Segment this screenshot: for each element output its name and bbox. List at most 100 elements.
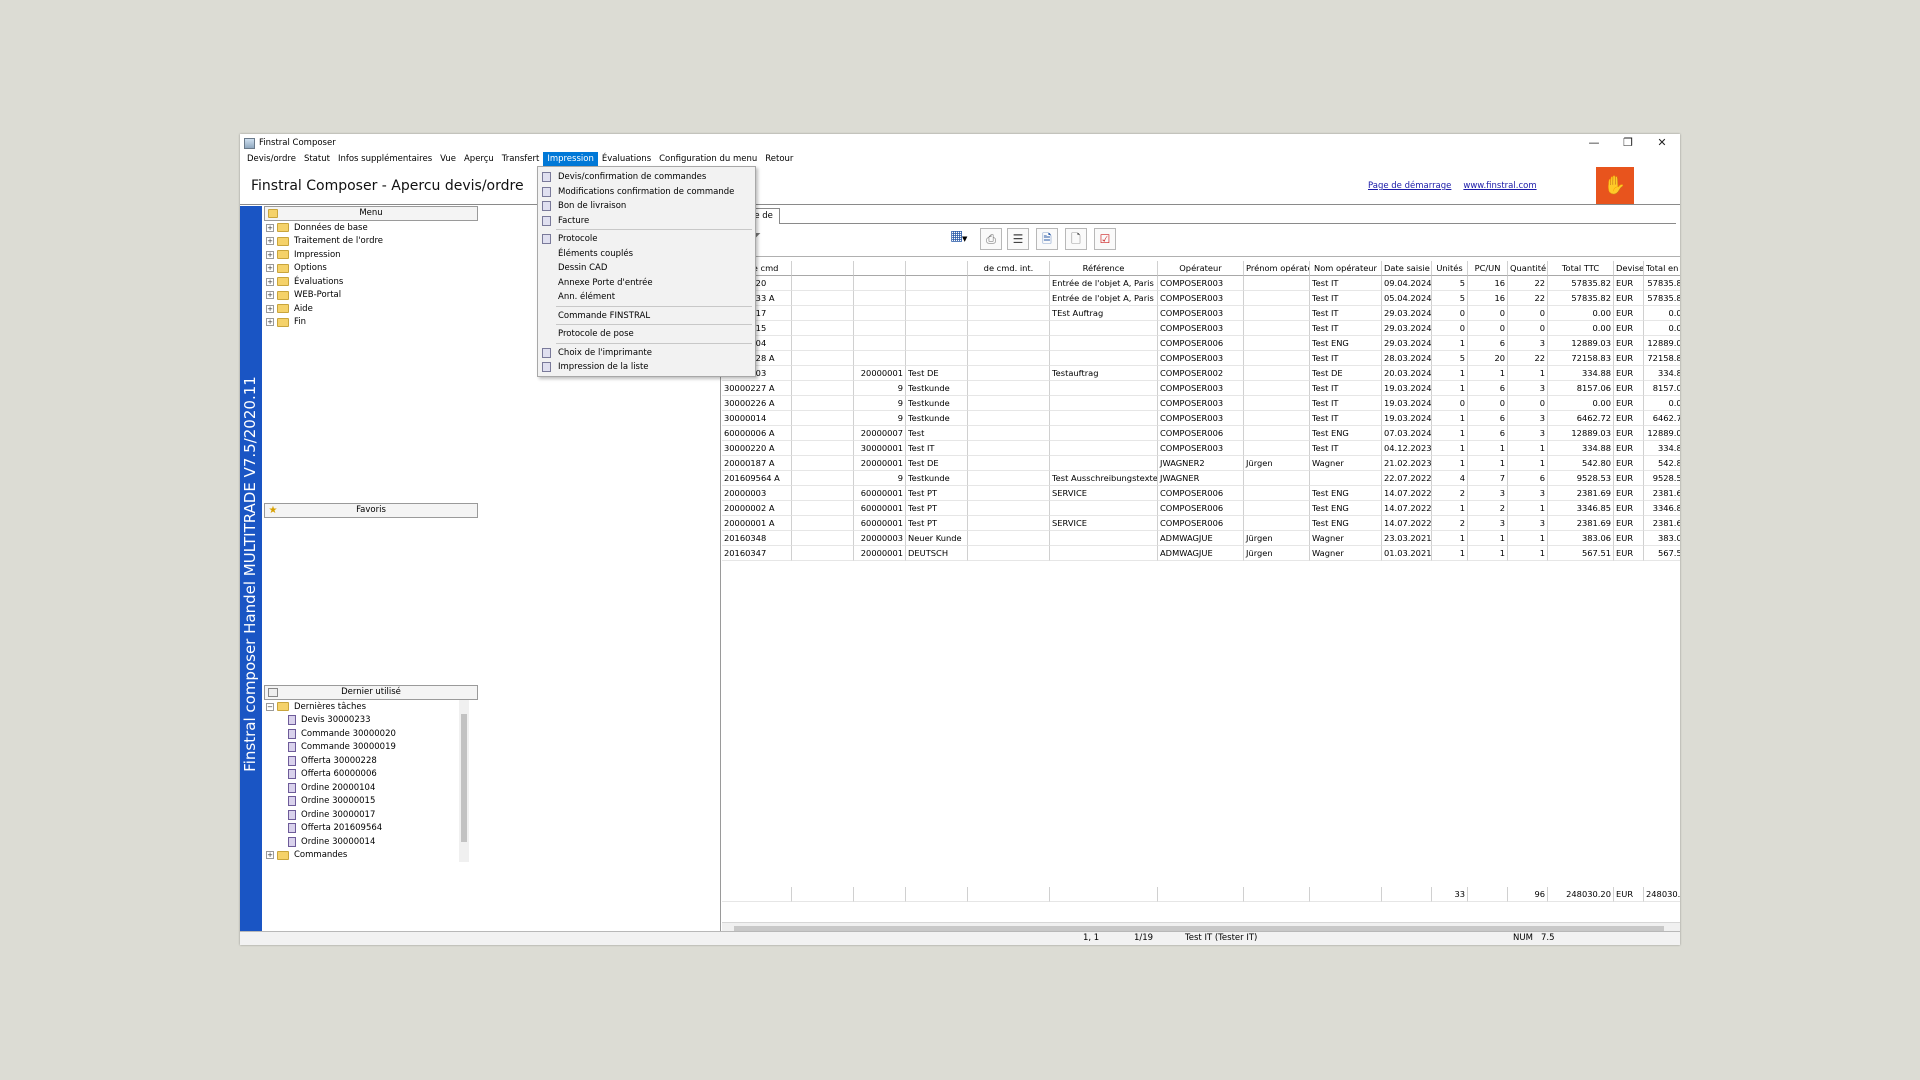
table-row[interactable]: 30000228 ACOMPOSER003Test IT28.03.202452… — [722, 351, 1680, 366]
menu-tree-item[interactable]: + Fin — [266, 316, 383, 330]
column-header[interactable] — [906, 261, 968, 276]
column-header[interactable]: Prénom opérate — [1244, 261, 1310, 276]
checklist-icon[interactable]: ☑ — [1094, 228, 1116, 250]
recent-item[interactable]: Ordine 20000104 — [266, 781, 396, 795]
column-header[interactable]: Total TTC — [1548, 261, 1614, 276]
expand-icon[interactable]: + — [266, 851, 274, 860]
grid-icon[interactable]: ▦ — [950, 228, 963, 250]
totals-row[interactable]: 3396248030.20EUR248030.20 — [722, 887, 1680, 902]
menu-tree-item[interactable]: + Options — [266, 262, 383, 276]
recent-folder-commandes[interactable]: + Commandes — [266, 849, 396, 863]
recent-item[interactable]: Devis 30000233 — [266, 714, 396, 728]
table-row[interactable]: 20000104COMPOSER006Test ENG29.03.2024163… — [722, 336, 1680, 351]
table-row[interactable]: 30000233 AEntrée de l'objet A, ParisCOMP… — [722, 291, 1680, 306]
column-header[interactable]: de cmd. int. — [968, 261, 1050, 276]
table-row[interactable]: 30000014 9 Testkunde COMPOSER003 Test IT 19.0… — [722, 411, 1680, 426]
menu-statut[interactable]: Statut — [300, 152, 334, 167]
recent-item[interactable]: Commande 30000020 — [266, 727, 396, 741]
collapse-icon[interactable]: − — [266, 702, 274, 711]
menu-tree-item[interactable]: + Impression — [266, 248, 383, 262]
menu-impression[interactable]: Impression — [543, 152, 598, 167]
dropdown-item[interactable]: Annexe Porte d'entrée — [538, 276, 755, 291]
table-row[interactable]: 201609564 A 9 Testkunde Test Ausschreibungs… — [722, 471, 1680, 486]
dropdown-item[interactable]: Ann. élément — [538, 290, 755, 305]
menu--valuations[interactable]: Évaluations — [598, 152, 655, 167]
column-header[interactable] — [792, 261, 854, 276]
restore-button[interactable]: ❐ — [1611, 134, 1645, 152]
recent-item[interactable]: Ordine 30000015 — [266, 795, 396, 809]
dropdown-item[interactable]: Modifications confirmation de commande — [538, 185, 755, 200]
expand-icon[interactable]: + — [266, 223, 274, 232]
recent-item[interactable]: Ordine 30000014 — [266, 835, 396, 849]
table-row[interactable]: 20000003 60000001 Test PT SERVICE COMPOSER00… — [722, 486, 1680, 501]
table-row[interactable]: 20160347 20000001 DEUTSCH ADMWAGJUE Jürgen Wa… — [722, 546, 1680, 561]
expand-icon[interactable]: + — [266, 237, 274, 246]
dropdown-item[interactable]: Protocole — [538, 232, 755, 247]
dropdown-item[interactable]: Devis/confirmation de commandes — [538, 170, 755, 185]
column-header[interactable]: PC/UN — [1468, 261, 1508, 276]
dropdown-item[interactable]: Commande FINSTRAL — [538, 309, 755, 324]
table-row[interactable]: 20000002 A 60000001 Test PT COMPOSER006 Test… — [722, 501, 1680, 516]
dropdown-item[interactable]: Bon de livraison — [538, 199, 755, 214]
home-page-link[interactable]: Page de démarrage — [1368, 181, 1451, 191]
column-header[interactable]: Opérateur — [1158, 261, 1244, 276]
menu-aper-u[interactable]: Aperçu — [460, 152, 498, 167]
column-header[interactable]: Quantité d — [1508, 261, 1548, 276]
menu-tree-item[interactable]: + Évaluations — [266, 275, 383, 289]
recent-folder[interactable]: − Dernières tâches — [266, 700, 396, 714]
dropdown-item[interactable]: Protocole de pose — [538, 327, 755, 342]
expand-icon[interactable]: + — [266, 304, 274, 313]
website-link[interactable]: www.finstral.com — [1463, 181, 1536, 191]
dropdown-item[interactable]: Éléments couplés — [538, 247, 755, 262]
menu-tree-item[interactable]: + WEB-Portal — [266, 289, 383, 303]
table-row[interactable]: 2000010320000001Test DETestauftragCOMPOS… — [722, 366, 1680, 381]
column-header[interactable] — [854, 261, 906, 276]
expand-icon[interactable]: + — [266, 291, 274, 300]
table-row[interactable]: 30000226 A 9 Testkunde COMPOSER003 Test IT 19… — [722, 396, 1680, 411]
menu-devis-ordre[interactable]: Devis/ordre — [243, 152, 300, 167]
list-icon[interactable]: ☰ — [1007, 228, 1029, 250]
recent-item[interactable]: Offerta 30000228 — [266, 754, 396, 768]
dropdown-item[interactable]: Dessin CAD — [538, 261, 755, 276]
minimize-button[interactable]: — — [1577, 134, 1611, 152]
expand-icon[interactable]: + — [266, 250, 274, 259]
blank-page-icon[interactable]: 🗋 — [1065, 228, 1087, 250]
expand-icon[interactable]: + — [266, 318, 274, 327]
table-row[interactable]: 20000001 A 60000001 Test PT SERVICE COMPOSER… — [722, 516, 1680, 531]
table-row[interactable]: 20160348 20000003 Neuer Kunde ADMWAGJUE Jürg… — [722, 531, 1680, 546]
expand-icon[interactable]: + — [266, 264, 274, 273]
table-row[interactable]: 30000017TEst AuftragCOMPOSER003Test IT29… — [722, 306, 1680, 321]
column-header[interactable]: Référence — [1050, 261, 1158, 276]
dropdown-item[interactable]: Facture — [538, 214, 755, 229]
column-header[interactable]: Devise — [1614, 261, 1644, 276]
table-row[interactable]: 30000020Entrée de l'objet A, ParisCOMPOS… — [722, 276, 1680, 291]
recent-item[interactable]: Ordine 30000017 — [266, 808, 396, 822]
close-button[interactable]: ✕ — [1645, 134, 1679, 152]
column-header[interactable]: Unités — [1432, 261, 1468, 276]
menu-configuration-du-menu[interactable]: Configuration du menu — [655, 152, 761, 167]
expand-icon[interactable]: + — [266, 277, 274, 286]
column-header[interactable]: Nom opérateur — [1310, 261, 1382, 276]
column-header[interactable]: Date saisie — [1382, 261, 1432, 276]
table-row[interactable]: 30000220 A 30000001 Test IT COMPOSER003 Test… — [722, 441, 1680, 456]
dropdown-item[interactable]: Choix de l'imprimante — [538, 346, 755, 361]
recent-item[interactable]: Offerta 201609564 — [266, 822, 396, 836]
menu-tree-item[interactable]: + Données de base — [266, 221, 383, 235]
menu-tree-item[interactable]: + Aide — [266, 302, 383, 316]
document-icon[interactable]: 🗎 — [1036, 228, 1058, 250]
column-header[interactable]: Total en de — [1644, 261, 1680, 276]
dropdown-item[interactable]: Impression de la liste — [538, 360, 755, 375]
recent-item[interactable]: Commande 30000019 — [266, 741, 396, 755]
menu-transfert[interactable]: Transfert — [498, 152, 544, 167]
table-row[interactable]: 30000227 A 9 Testkunde COMPOSER003 Test IT 19… — [722, 381, 1680, 396]
menu-tree-item[interactable]: + Traitement de l'ordre — [266, 235, 383, 249]
recent-item[interactable]: Offerta 60000006 — [266, 768, 396, 782]
table-row[interactable]: 20000187 A 20000001 Test DE JWAGNER2 Jürgen W… — [722, 456, 1680, 471]
menu-vue[interactable]: Vue — [436, 152, 460, 167]
print-preview-icon[interactable]: ⎙ — [980, 228, 1002, 250]
menu-retour[interactable]: Retour — [761, 152, 797, 167]
table-row[interactable]: 60000006 A 20000007 Test COMPOSER006 Test EN… — [722, 426, 1680, 441]
chevron-down-icon[interactable]: ▼ — [962, 228, 970, 250]
menu-infos-suppl-mentaires[interactable]: Infos supplémentaires — [334, 152, 436, 167]
table-row[interactable]: 30000015COMPOSER003Test IT29.03.20240000… — [722, 321, 1680, 336]
